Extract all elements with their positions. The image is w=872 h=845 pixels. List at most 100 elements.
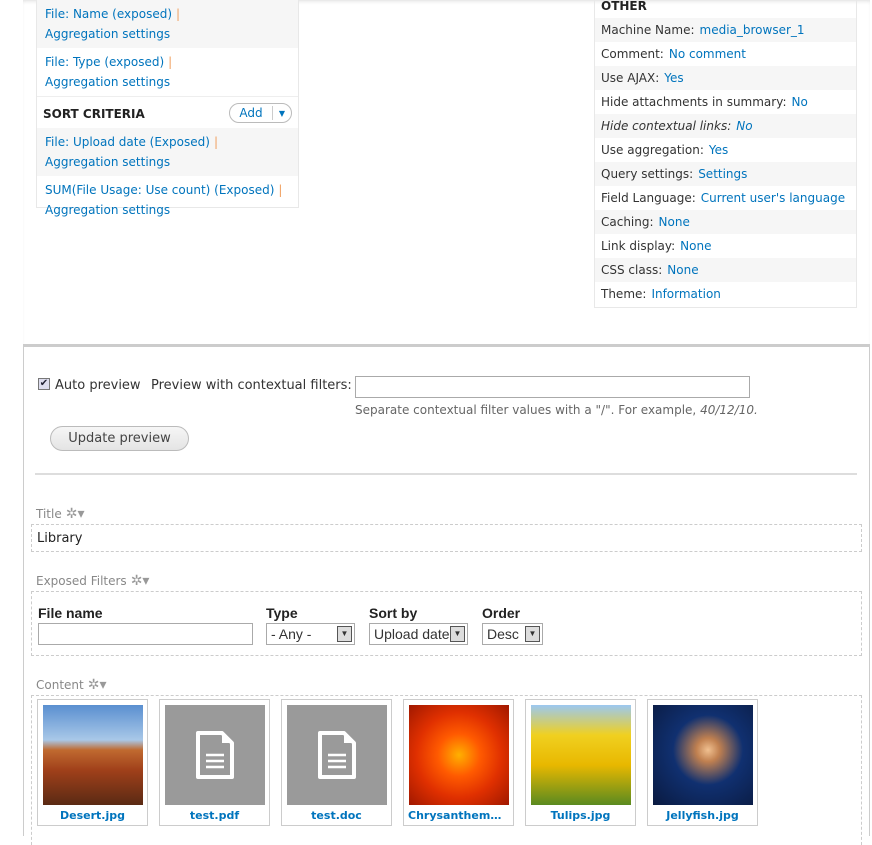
sort-by-label: Sort by [369, 605, 418, 621]
other-title: OTHER [601, 0, 647, 13]
media-thumbnail[interactable]: Jellyfish.jpg [647, 699, 758, 826]
setting-row: Hide contextual links: No [595, 114, 856, 138]
aggregation-settings-link[interactable]: Aggregation settings [45, 203, 170, 217]
field-item: File: Name (exposed) | Aggregation setting… [37, 0, 298, 48]
setting-label: CSS class: [601, 263, 663, 277]
media-thumbnail[interactable]: Chrysanthemum.jpg [403, 699, 514, 826]
aggregation-settings-link[interactable]: Aggregation settings [45, 155, 170, 169]
aggregation-settings-link[interactable]: Aggregation settings [45, 27, 170, 41]
thumbnail-filename-link[interactable]: Chrysanthemum.jpg [404, 809, 513, 822]
media-thumbnail[interactable]: test.doc [281, 699, 392, 826]
thumbnail-filename-link[interactable]: Tulips.jpg [526, 809, 635, 822]
thumbnail-image[interactable] [43, 705, 143, 805]
setting-label: Use aggregation: [601, 143, 704, 157]
setting-row: Query settings: Settings [595, 162, 856, 186]
setting-value-link[interactable]: Current user's language [701, 191, 845, 205]
thumbnail-filename-link[interactable]: Desert.jpg [38, 809, 147, 822]
setting-row: Link display: None [595, 234, 856, 258]
view-title: Library [37, 531, 83, 546]
setting-value-link[interactable]: None [667, 263, 698, 277]
sort-item: File: Upload date (Exposed) | Aggregation … [37, 128, 298, 176]
type-value: - Any - [271, 626, 312, 642]
help-text: Separate contextual filter values with a… [355, 403, 701, 417]
add-label: Add [230, 106, 273, 120]
setting-value-link[interactable]: No [792, 95, 808, 109]
contextual-filters-input[interactable] [355, 376, 750, 398]
auto-preview-label: Auto preview [55, 378, 141, 393]
setting-value-link[interactable]: Settings [698, 167, 747, 181]
setting-value-link[interactable]: Information [651, 287, 720, 301]
thumbnail-filename-link[interactable]: test.doc [282, 809, 391, 822]
document-icon[interactable] [287, 705, 387, 805]
setting-value-link[interactable]: No comment [669, 47, 746, 61]
media-thumbnail[interactable]: Desert.jpg [37, 699, 148, 826]
aggregation-settings-link[interactable]: Aggregation settings [45, 75, 170, 89]
setting-label: Hide contextual links: [601, 119, 732, 133]
filters-label: Exposed Filters [36, 574, 127, 588]
setting-label: Query settings: [601, 167, 694, 181]
setting-value-link[interactable]: None [659, 215, 690, 229]
add-sort-button[interactable]: Add ▼ [229, 103, 292, 123]
gear-icon[interactable]: ✲▾ [66, 506, 85, 522]
exposed-filters-area: File name Type - Any - ▼ Sort by Upload d… [31, 591, 862, 656]
sort-link[interactable]: File: Upload date (Exposed) [45, 135, 210, 149]
sort-item: SUM(File Usage: Use count) (Exposed) | Agg… [45, 183, 283, 217]
setting-row: Use AJAX: Yes [595, 66, 856, 90]
sort-by-value: Upload date [374, 626, 450, 642]
setting-row: Theme: Information [595, 282, 856, 306]
setting-value-link[interactable]: Yes [709, 143, 728, 157]
title-section-label: Title ✲▾ [36, 506, 84, 522]
setting-value-link[interactable]: Yes [664, 71, 683, 85]
fields-sort-column: File: Name (exposed) | Aggregation setting… [36, 0, 299, 217]
content-label: Content [36, 678, 84, 692]
thumbnail-filename-link[interactable]: test.pdf [160, 809, 269, 822]
field-link[interactable]: File: Name (exposed) [45, 7, 172, 21]
order-select[interactable]: Desc ▼ [482, 623, 543, 645]
title-label: Title [36, 507, 62, 521]
thumbnail-image[interactable] [531, 705, 631, 805]
setting-value-link[interactable]: No [736, 119, 752, 133]
document-icon[interactable] [165, 705, 265, 805]
contextual-filters-label: Preview with contextual filters: [151, 378, 352, 393]
sort-by-select[interactable]: Upload date ▼ [369, 623, 468, 645]
setting-row: Hide attachments in summary: No [595, 90, 856, 114]
media-thumbnail[interactable]: test.pdf [159, 699, 270, 826]
sort-link[interactable]: SUM(File Usage: Use count) (Exposed) [45, 183, 274, 197]
setting-label: Use AJAX: [601, 71, 660, 85]
setting-value-link[interactable]: None [680, 239, 711, 253]
gear-icon[interactable]: ✲▾ [88, 677, 107, 693]
exposed-filters-label: Exposed Filters ✲▾ [36, 573, 149, 589]
type-select[interactable]: - Any - ▼ [266, 623, 355, 645]
chevron-down-icon[interactable]: ▼ [273, 109, 291, 118]
contextual-filters-help: Separate contextual filter values with a… [355, 403, 758, 417]
auto-preview-checkbox[interactable]: ✔ [38, 378, 50, 390]
thumbnail-image[interactable] [409, 705, 509, 805]
setting-row: Field Language: Current user's language [595, 186, 856, 210]
thumbnail-image[interactable] [653, 705, 753, 805]
update-preview-button[interactable]: Update preview [50, 426, 189, 451]
other-settings-column: OTHER Machine Name: media_browser_1 Commen… [594, 0, 857, 308]
chevron-down-icon: ▼ [337, 626, 352, 642]
setting-row: Use aggregation: Yes [595, 138, 856, 162]
setting-value-link[interactable]: media_browser_1 [700, 23, 805, 37]
chevron-down-icon: ▼ [450, 626, 465, 642]
content-section-label: Content ✲▾ [36, 677, 107, 693]
setting-row: Machine Name: media_browser_1 [595, 18, 856, 42]
setting-label: Hide attachments in summary: [601, 95, 787, 109]
file-name-input[interactable] [38, 623, 253, 645]
setting-row: Comment: No comment [595, 42, 856, 66]
divider [35, 473, 857, 475]
media-thumbnail[interactable]: Tulips.jpg [525, 699, 636, 826]
field-item: File: Type (exposed) | Aggregation setting… [45, 55, 173, 89]
setting-label: Comment: [601, 47, 664, 61]
setting-row: CSS class: None [595, 258, 856, 282]
title-area: Library [31, 524, 862, 552]
order-label: Order [482, 605, 521, 621]
setting-label: Theme: [601, 287, 647, 301]
setting-label: Link display: [601, 239, 676, 253]
gear-icon[interactable]: ✲▾ [131, 573, 150, 589]
field-link[interactable]: File: Type (exposed) [45, 55, 164, 69]
thumbnail-filename-link[interactable]: Jellyfish.jpg [648, 809, 757, 822]
sort-criteria-header: SORT CRITERIA Add ▼ [37, 96, 298, 128]
order-value: Desc [487, 626, 519, 642]
